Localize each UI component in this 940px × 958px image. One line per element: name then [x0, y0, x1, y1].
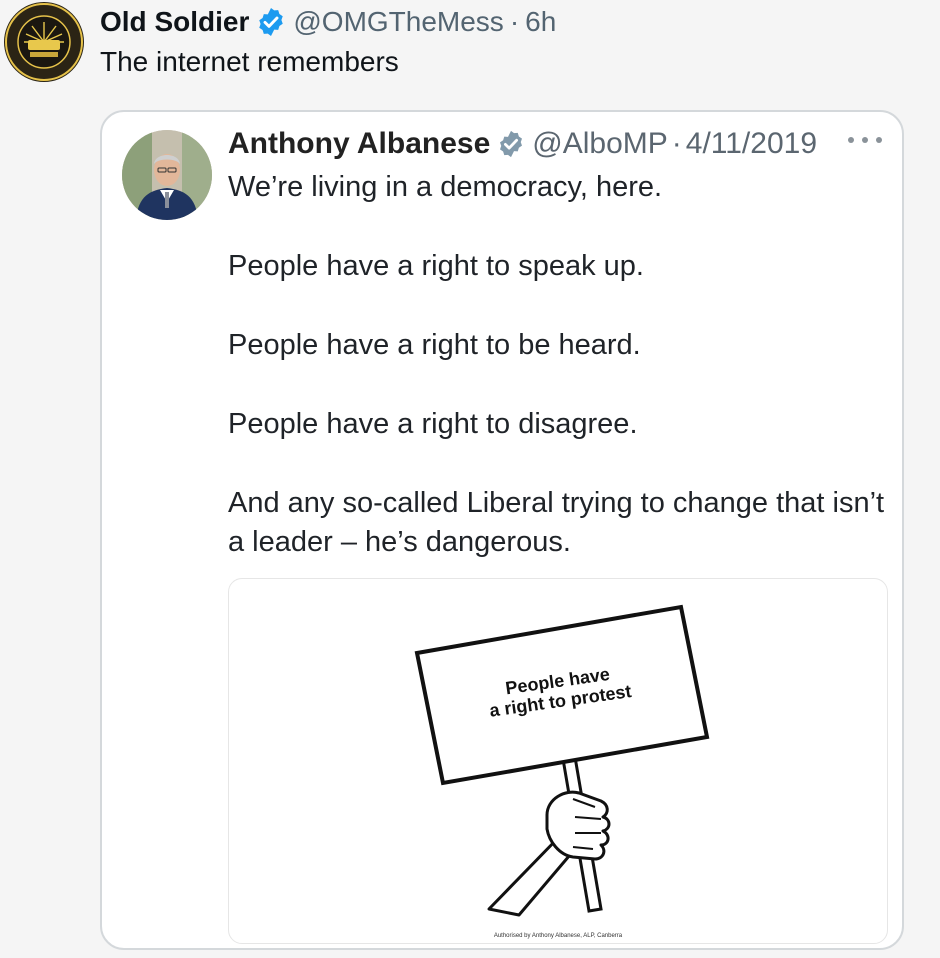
protest-sign-illustration	[414, 604, 710, 917]
more-options-icon[interactable]	[848, 130, 882, 150]
person-photo-icon	[122, 130, 212, 220]
tweet-time[interactable]: 6h	[525, 6, 556, 38]
veteran-badge-icon	[5, 3, 83, 81]
verified-badge-icon	[259, 8, 284, 36]
tweet-header: Old Soldier @OMGTheMess · 6h	[100, 4, 556, 40]
author-avatar[interactable]	[4, 2, 84, 82]
protest-poster-image[interactable]: People have a right to protest Authorise…	[228, 578, 888, 944]
quoted-paragraph: And any so-called Liberal trying to chan…	[228, 487, 885, 558]
quoted-author-name[interactable]: Anthony Albanese	[228, 127, 490, 161]
quoted-paragraph: People have a right to speak up.	[228, 250, 644, 282]
quoted-paragraph: We’re living in a democracy, here.	[228, 171, 663, 203]
quoted-paragraph: People have a right to be heard.	[228, 329, 641, 361]
separator: ·	[509, 6, 520, 37]
quoted-tweet-text: We’re living in a democracy, here. Peopl…	[228, 168, 888, 562]
author-name[interactable]: Old Soldier	[100, 6, 249, 38]
tweet-text: The internet remembers	[100, 46, 399, 77]
quoted-tweet-header: Anthony Albanese @AlboMP · 4/11/2019	[228, 124, 817, 164]
quoted-author-avatar[interactable]	[122, 130, 212, 220]
author-handle[interactable]: @OMGTheMess	[293, 6, 503, 38]
quoted-author-handle[interactable]: @AlboMP	[532, 127, 668, 161]
authorisation-text: Authorised by Anthony Albanese, ALP, Can…	[493, 933, 623, 939]
verified-badge-icon	[500, 130, 523, 158]
quoted-tweet-card[interactable]: Anthony Albanese @AlboMP · 4/11/2019 We’…	[100, 110, 904, 950]
quoted-paragraph: People have a right to disagree.	[228, 408, 638, 440]
quoted-tweet-date[interactable]: 4/11/2019	[686, 127, 817, 161]
separator: ·	[671, 127, 682, 160]
